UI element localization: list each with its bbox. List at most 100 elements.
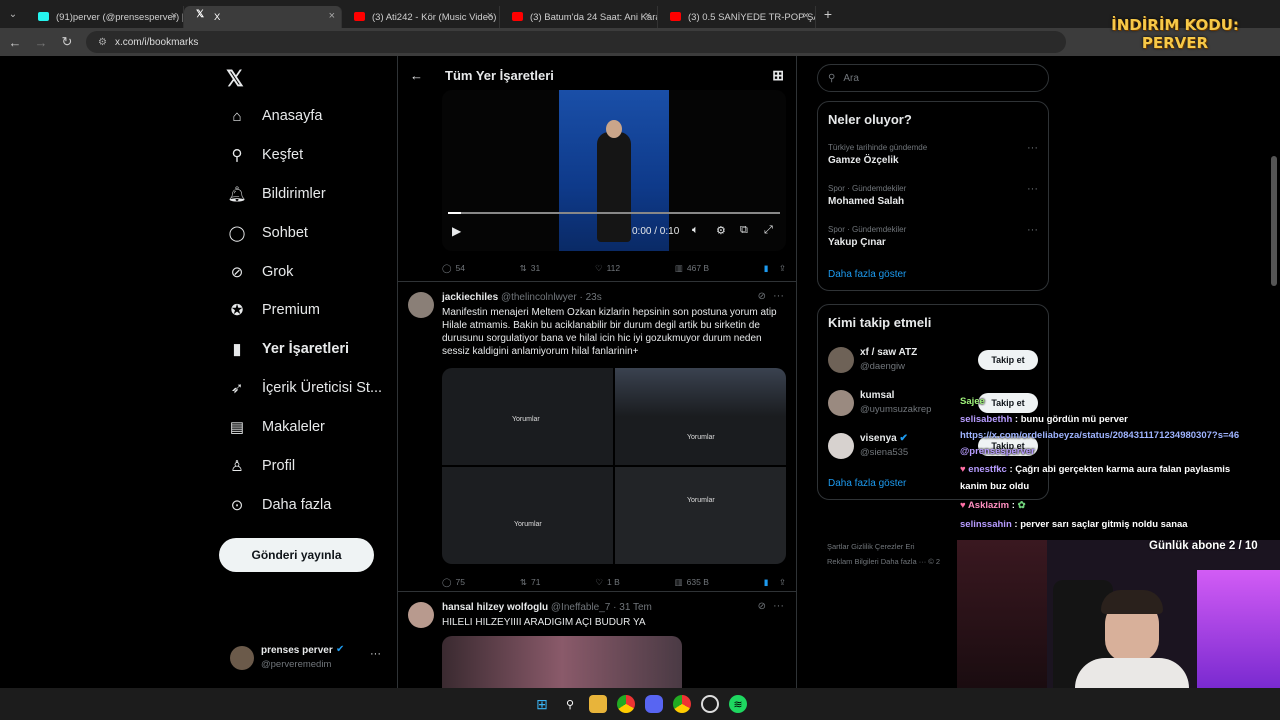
grok-icon[interactable]: ⊘ [758, 291, 766, 302]
forward-arrow-icon[interactable]: → [28, 35, 54, 50]
retweet-button[interactable]: ⇅ 31 [520, 260, 541, 276]
browser-tab-3[interactable]: (3) Ati242 - Kör (Music Video) - × [342, 6, 500, 28]
search-input[interactable]: ⚲ Ara [817, 64, 1049, 92]
browser-tab-2[interactable]: 𝕏 X × [184, 6, 342, 28]
tweet-image-grid[interactable]: Yorumlar Yorumlar Yorumlar Yorumlar [442, 368, 786, 564]
more-dots-icon[interactable]: ··· [370, 648, 381, 660]
avatar[interactable] [828, 347, 854, 373]
avatar[interactable] [408, 602, 434, 628]
nav-item-premium[interactable]: ✪ Premium [226, 298, 320, 322]
reply-button[interactable]: ◯ 54 [442, 260, 465, 276]
tab-search-icon[interactable]: ⌄ [0, 9, 26, 20]
spotify-icon[interactable]: ≋ [729, 695, 747, 713]
tweet-image[interactable]: Yorumlar [442, 368, 613, 465]
views-button[interactable]: ▥ 467 B [675, 260, 709, 276]
follow-name[interactable]: kumsal [860, 390, 894, 401]
pip-icon[interactable]: ⧉ [740, 224, 748, 237]
nav-item-chat[interactable]: ◯ Sohbet [226, 221, 308, 245]
browser-tab-4[interactable]: (3) Batum'da 24 Saat: Ani Karar × [500, 6, 658, 28]
chrome-icon[interactable] [673, 695, 691, 713]
follow-name[interactable]: xf / saw ATZ [860, 347, 917, 358]
more-dots-icon[interactable]: ··· [1027, 224, 1038, 236]
follow-name-text[interactable]: visenya [860, 433, 897, 444]
discord-icon[interactable] [645, 695, 663, 713]
nav-item-profile[interactable]: ♙ Profil [226, 454, 295, 478]
file-explorer-icon[interactable] [589, 695, 607, 713]
volume-icon[interactable]: 🔈︎ [692, 224, 699, 237]
share-icon[interactable]: ⇪ [779, 577, 786, 588]
avatar[interactable] [828, 433, 854, 459]
browser-tab-1[interactable]: (91)perver (@prensesperver) | T × [26, 6, 184, 28]
new-tab-icon[interactable]: + [816, 6, 840, 22]
video-player[interactable]: ▶ 0:00 / 0:10 🔈︎ ⚙ ⧉ ⤢ [442, 90, 786, 251]
post-button[interactable]: Gönderi yayınla [219, 538, 374, 572]
views-button[interactable]: ▥ 635 B [675, 574, 709, 590]
reload-icon[interactable]: ↻ [54, 34, 80, 50]
share-icon[interactable]: ⇪ [779, 263, 786, 274]
tweet-image[interactable]: Yorumlar [615, 368, 786, 465]
tweet-image[interactable]: Yorumlar [615, 467, 786, 564]
footer-links[interactable]: Reklam Bilgileri Daha fazla ··· © 2 [827, 557, 940, 566]
windows-start-icon[interactable]: ⊞ [533, 695, 551, 713]
nav-item-explore[interactable]: ⚲ Keşfet [226, 143, 304, 167]
like-button[interactable]: ♡ 1 B [595, 574, 619, 590]
avatar[interactable] [408, 292, 434, 318]
obs-icon[interactable] [701, 695, 719, 713]
author-name[interactable]: jackiechiles [442, 292, 498, 303]
grok-icon[interactable]: ⊘ [758, 601, 766, 612]
back-arrow-icon[interactable]: ← [2, 35, 28, 50]
footer-links[interactable]: Şartlar Gizlilik Çerezler Eri [827, 542, 915, 551]
tweet-time[interactable]: · 23s [579, 292, 601, 303]
close-icon[interactable]: × [645, 10, 651, 22]
nav-item-articles[interactable]: ▤ Makaleler [226, 415, 325, 439]
chrome-icon[interactable] [617, 695, 635, 713]
settings-gear-icon[interactable]: ⚙ [716, 224, 726, 237]
close-icon[interactable]: × [487, 10, 493, 22]
nav-item-notifications[interactable]: 🔔︎ Bildirimler [226, 182, 325, 206]
tweet-video[interactable]: ▶ 0:00 / 0:10 🔈︎ ⚙ ⧉ ⤢ ◯ 54 ⇅ 31 ♡ 112 ▥ 467… [398, 90, 796, 282]
trend-name[interactable]: Mohamed Salah [828, 196, 904, 207]
browser-tab-5[interactable]: (3) 0.5 SANİYEDE TR-POP ŞARK × [658, 6, 816, 28]
add-bookmark-folder-icon[interactable]: ⊞ [772, 67, 784, 84]
url-field[interactable]: ⚙ x.com/i/bookmarks [86, 31, 1066, 53]
x-logo-icon[interactable]: 𝕏 [226, 66, 244, 92]
nav-item-bookmarks[interactable]: ▮ Yer İşaretleri [226, 337, 349, 361]
bookmark-button[interactable]: ▮ ⇪ [764, 574, 786, 590]
nav-item-more[interactable]: ⊙ Daha fazla [226, 493, 332, 517]
author-handle[interactable]: @thelincolnlwyer [501, 292, 577, 303]
nav-item-creator-studio[interactable]: ➶ İçerik Üreticisi St... [226, 376, 382, 400]
site-info-icon[interactable]: ⚙ [98, 37, 107, 48]
author-name[interactable]: hansal hilzey wolfoglu [442, 602, 548, 613]
nav-item-home[interactable]: ⌂ Anasayfa [226, 104, 322, 128]
trend-name[interactable]: Gamze Özçelik [828, 155, 899, 166]
tweet[interactable]: hansal hilzey wolfoglu @Ineffable_7 · 31… [398, 592, 796, 688]
tweet-image[interactable]: Yorumlar [442, 467, 613, 564]
follow-button[interactable]: Takip et [978, 350, 1038, 370]
more-dots-icon[interactable]: ··· [773, 600, 784, 612]
more-dots-icon[interactable]: ··· [773, 290, 784, 302]
tweet[interactable]: jackiechiles @thelincolnlwyer · 23s ⊘ ··… [398, 282, 796, 592]
trend-name[interactable]: Yakup Çınar [828, 237, 886, 248]
close-icon[interactable]: × [171, 10, 177, 22]
tweet-time[interactable]: · 31 Tem [613, 602, 652, 613]
retweet-button[interactable]: ⇅ 71 [520, 574, 541, 590]
like-button[interactable]: ♡ 112 [595, 260, 620, 276]
more-dots-icon[interactable]: ··· [1027, 142, 1038, 154]
video-progress-bar[interactable] [448, 212, 780, 214]
search-icon[interactable]: ⚲ [561, 695, 579, 713]
fullscreen-icon[interactable]: ⤢ [764, 224, 773, 237]
account-switcher[interactable]: prenses perver ✔ @perveremedim ··· [228, 642, 398, 676]
author-handle[interactable]: @Ineffable_7 [551, 602, 610, 613]
nav-item-grok[interactable]: ⊘ Grok [226, 260, 294, 284]
page-scrollbar[interactable] [1271, 156, 1277, 286]
reply-button[interactable]: ◯ 75 [442, 574, 465, 590]
show-more-link[interactable]: Daha fazla göster [828, 269, 906, 280]
close-icon[interactable]: × [329, 10, 335, 22]
avatar[interactable] [828, 390, 854, 416]
back-arrow-icon[interactable]: ← [410, 68, 423, 83]
more-dots-icon[interactable]: ··· [1027, 183, 1038, 195]
play-icon[interactable]: ▶ [452, 224, 461, 238]
bookmark-button[interactable]: ▮ ⇪ [764, 260, 786, 276]
tweet-image[interactable] [442, 636, 682, 688]
show-more-link[interactable]: Daha fazla göster [828, 478, 906, 489]
